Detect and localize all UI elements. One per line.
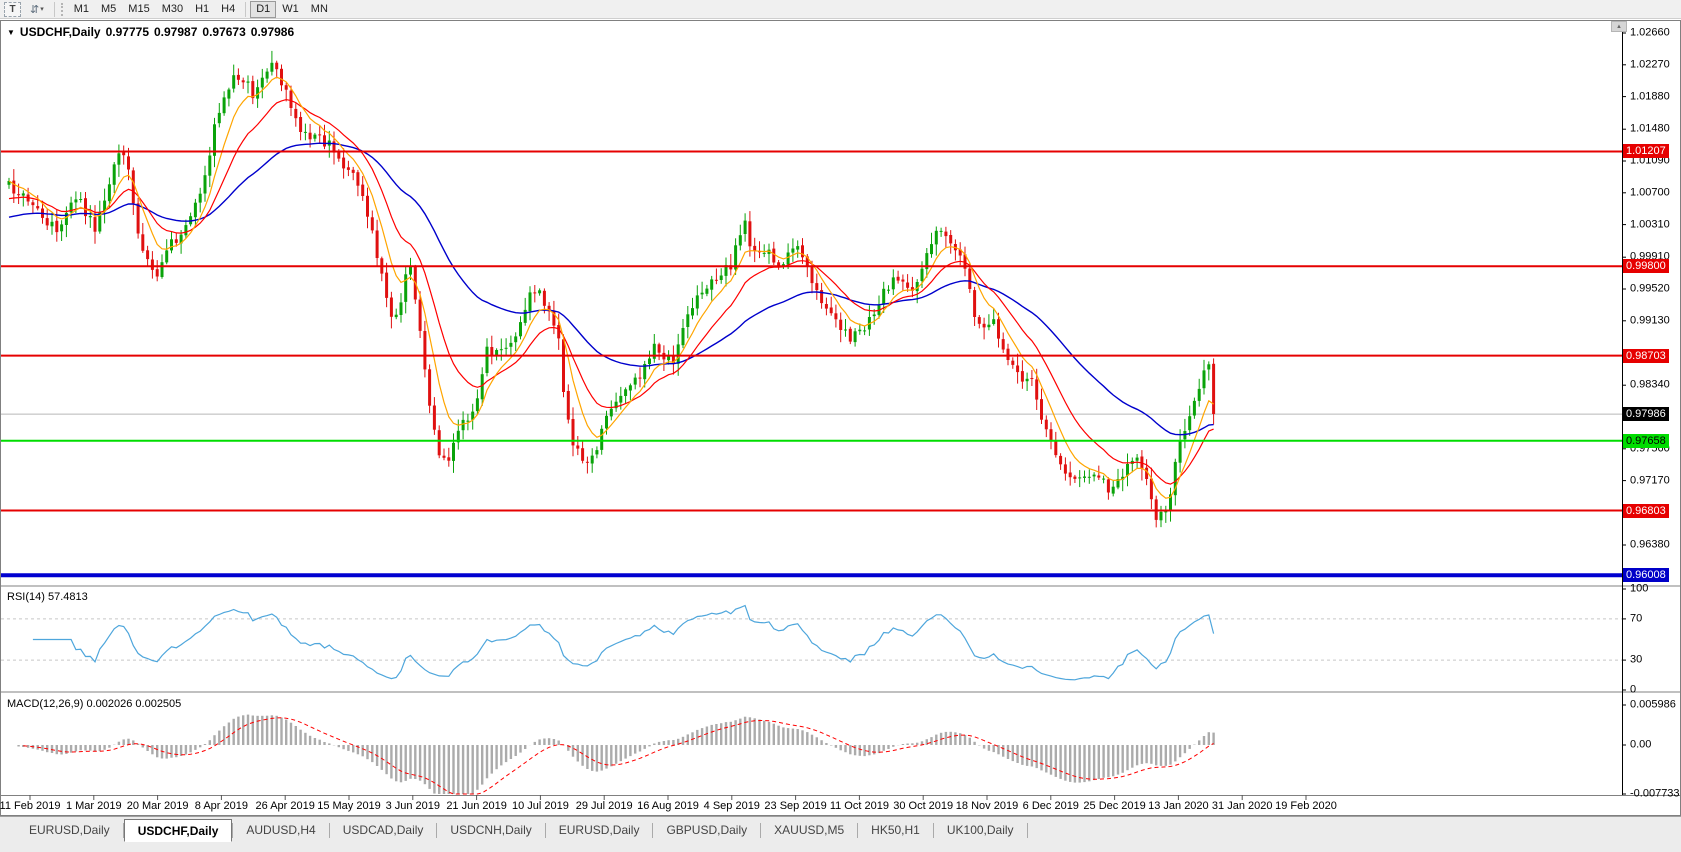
timeframe-button-m15[interactable]: M15 [122, 1, 155, 18]
arrows-tool-button[interactable]: ⇵ ▾ [24, 1, 50, 18]
timeframe-buttons: M1 M5 M15 M30 H1 H4 D1 W1 MN [68, 0, 334, 18]
symbol-tab-audusd-h4[interactable]: AUDUSD,H4 [233, 819, 328, 842]
toolbar-separator [53, 1, 55, 17]
symbol-tab-usdchf-daily[interactable]: USDCHF,Daily [123, 819, 233, 842]
tab-divider [1026, 823, 1028, 838]
toolbar-grip[interactable] [60, 2, 64, 16]
symbol-tab-usdcad-daily[interactable]: USDCAD,Daily [330, 819, 437, 842]
top-toolbar: T ⇵ ▾ M1 M5 M15 M30 H1 H4 D1 W1 MN [0, 0, 1681, 19]
text-tool-icon: T [9, 3, 16, 15]
text-tool-button[interactable]: T [4, 1, 21, 17]
timeframe-button-w1[interactable]: W1 [276, 1, 305, 18]
symbol-tab-eurusd-daily[interactable]: EURUSD,Daily [546, 819, 653, 842]
symbol-tab-gbpusd-daily[interactable]: GBPUSD,Daily [653, 819, 760, 842]
symbol-tab-eurusd-daily[interactable]: EURUSD,Daily [16, 819, 123, 842]
timeframe-button-mn[interactable]: MN [305, 1, 334, 18]
chart-tabs-bar: EURUSD,Daily USDCHF,Daily AUDUSD,H4 USDCAD,… [0, 816, 1681, 852]
chart-canvas[interactable] [0, 0, 1681, 852]
toolbar-separator [245, 1, 247, 17]
scroll-up-button[interactable]: ▲ [1611, 21, 1627, 32]
chevron-down-icon: ▾ [40, 6, 44, 13]
symbol-tab-usdcnh-daily[interactable]: USDCNH,Daily [437, 819, 544, 842]
timeframe-button-m1[interactable]: M1 [68, 1, 95, 18]
timeframe-button-d1[interactable]: D1 [250, 0, 277, 18]
timeframe-button-h4[interactable]: H4 [215, 1, 241, 18]
timeframe-button-h1[interactable]: H1 [189, 1, 215, 18]
symbol-tab-xauusd-m5[interactable]: XAUUSD,M5 [761, 819, 857, 842]
chart-window-frame [0, 20, 1681, 816]
timeframe-button-m5[interactable]: M5 [95, 1, 122, 18]
arrows-icon: ⇵ [30, 3, 39, 16]
timeframe-button-m30[interactable]: M30 [156, 1, 189, 18]
metatrader-window: T ⇵ ▾ M1 M5 M15 M30 H1 H4 D1 W1 MN ▼ USDCHF,Dail… [0, 0, 1681, 852]
symbol-tab-hk50-h1[interactable]: HK50,H1 [858, 819, 933, 842]
symbol-tab-uk100-daily[interactable]: UK100,Daily [934, 819, 1027, 842]
scroll-up-icon: ▲ [1616, 23, 1622, 30]
